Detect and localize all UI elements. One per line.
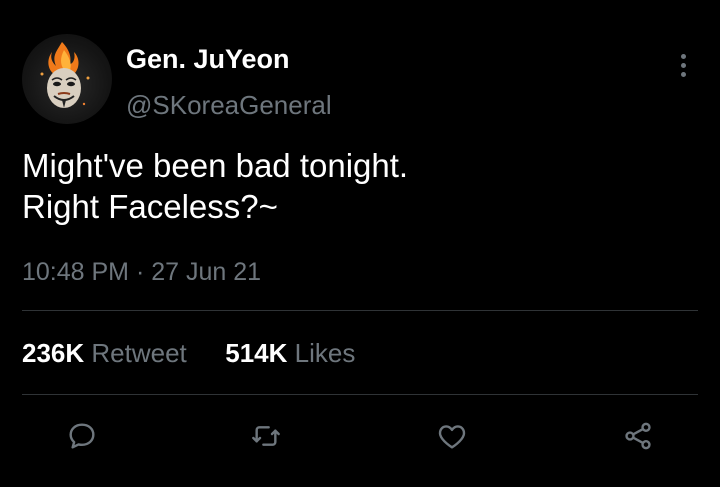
retweets-count: 236K bbox=[22, 338, 85, 368]
divider bbox=[22, 310, 698, 311]
dot bbox=[680, 53, 686, 59]
likes-count: 514K bbox=[225, 338, 288, 368]
retweets-label: Retweet bbox=[91, 338, 187, 368]
tweet-text-line: Might've been bad tonight. bbox=[22, 147, 409, 184]
like-button[interactable] bbox=[432, 416, 472, 456]
retweets-stat[interactable]: 236K Retweet bbox=[22, 338, 194, 368]
reply-icon bbox=[69, 423, 95, 449]
tweet-stats: 236K Retweet 514K Likes bbox=[22, 338, 355, 369]
tweet-actions bbox=[0, 410, 720, 462]
avatar[interactable] bbox=[22, 34, 112, 124]
timestamp[interactable]: 10:48 PM · 27 Jun 21 bbox=[22, 258, 261, 287]
heart-icon bbox=[438, 425, 466, 449]
retweet-button[interactable] bbox=[246, 416, 286, 456]
likes-label: Likes bbox=[294, 338, 356, 368]
retweet-icon bbox=[252, 426, 280, 446]
more-options-icon[interactable] bbox=[668, 50, 698, 80]
masked-face-flame-icon bbox=[40, 42, 90, 108]
user-handle[interactable]: @SKoreaGeneral bbox=[126, 90, 332, 121]
dot bbox=[680, 62, 686, 68]
tweet-date: 27 Jun 21 bbox=[151, 258, 262, 286]
reply-button[interactable] bbox=[62, 416, 102, 456]
timestamp-separator: · bbox=[135, 258, 145, 286]
tweet-time: 10:48 PM bbox=[22, 258, 130, 286]
divider bbox=[22, 394, 698, 395]
share-icon bbox=[625, 422, 651, 450]
share-button[interactable] bbox=[618, 416, 658, 456]
dot bbox=[680, 71, 686, 77]
display-name[interactable]: Gen. JuYeon bbox=[126, 44, 290, 75]
tweet-card: Gen. JuYeon @SKoreaGeneral Might've been… bbox=[0, 0, 720, 487]
likes-stat[interactable]: 514K Likes bbox=[225, 338, 355, 368]
tweet-text-line: Right Faceless?~ bbox=[22, 188, 278, 225]
tweet-text: Might've been bad tonight. Right Faceles… bbox=[22, 145, 408, 227]
